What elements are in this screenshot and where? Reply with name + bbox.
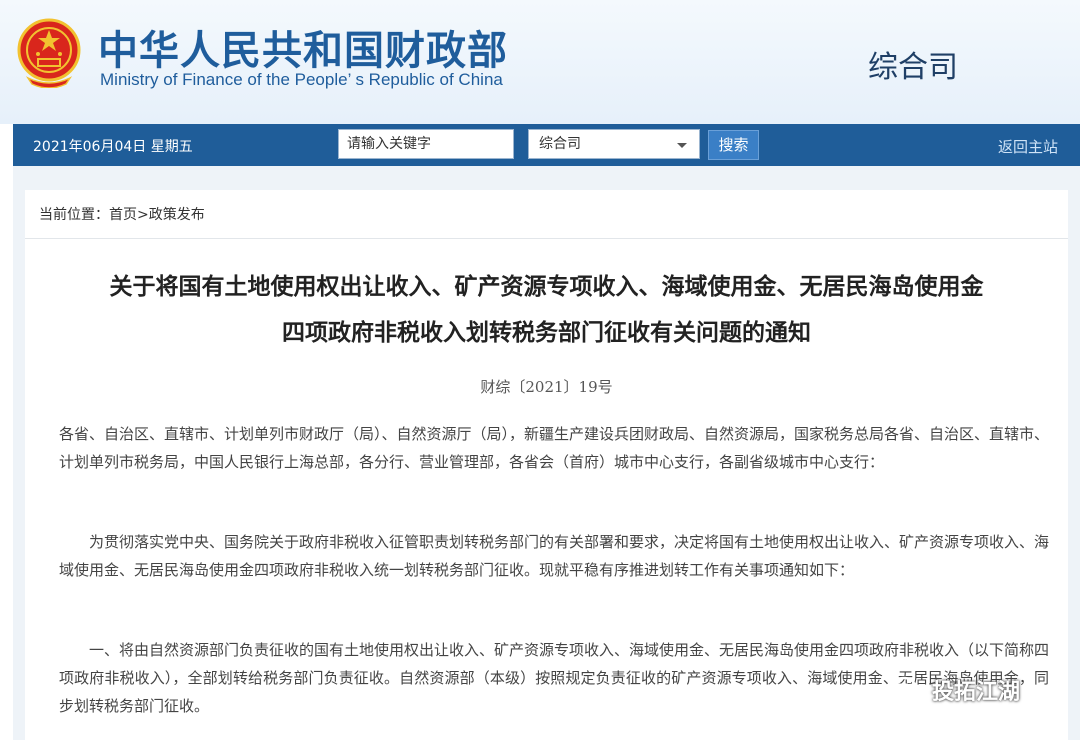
watermark-text: 投拓江湖 xyxy=(932,680,1021,705)
site-title: 中华人民共和国财政部 xyxy=(98,28,508,74)
watermark: 投拓江湖 xyxy=(890,672,1020,708)
department-select[interactable]: 综合司 xyxy=(528,129,700,159)
article-panel: 当前位置：首页>政策发布 关于将国有土地使用权出让收入、矿产资源专项收入、海域使… xyxy=(25,190,1068,750)
chevron-down-icon xyxy=(677,143,687,148)
document-paragraph: 为贯彻落实党中央、国务院关于政府非税收入征管职责划转税务部门的有关部署和要求，决… xyxy=(59,533,1050,579)
national-emblem-icon[interactable] xyxy=(16,16,82,88)
site-header: 中华人民共和国财政部 Ministry of Finance of the Pe… xyxy=(0,0,1080,124)
wechat-icon xyxy=(891,676,923,703)
return-home-link[interactable]: 返回主站 xyxy=(998,136,1058,157)
breadcrumb: 当前位置：首页>政策发布 xyxy=(39,207,205,223)
document-title-line-1: 关于将国有土地使用权出让收入、矿产资源专项收入、海域使用金、无居民海岛使用金 xyxy=(109,274,984,300)
document-title-line-2: 四项政府非税收入划转税务部门征收有关问题的通知 xyxy=(282,320,811,346)
content-area: 当前位置：首页>政策发布 关于将国有土地使用权出让收入、矿产资源专项收入、海域使… xyxy=(13,166,1080,750)
current-date: 2021年06月04日 星期五 xyxy=(33,139,193,155)
department-select-value: 综合司 xyxy=(539,136,581,152)
document-number: 财综〔2021〕19号 xyxy=(480,378,613,396)
document-paragraph: 各省、自治区、直辖市、计划单列市财政厅（局）、自然资源厅（局），新疆生产建设兵团… xyxy=(59,425,1050,471)
document-title: 关于将国有土地使用权出让收入、矿产资源专项收入、海域使用金、无居民海岛使用金 四… xyxy=(25,264,1068,356)
nav-bar: 2021年06月04日 星期五 综合司 搜索 返回主站 xyxy=(13,124,1080,166)
search-input[interactable] xyxy=(338,129,514,159)
department-name: 综合司 xyxy=(868,50,958,85)
divider xyxy=(25,238,1068,239)
search-button[interactable]: 搜索 xyxy=(708,130,759,160)
site-subtitle: Ministry of Finance of the People’ s Rep… xyxy=(100,70,503,89)
